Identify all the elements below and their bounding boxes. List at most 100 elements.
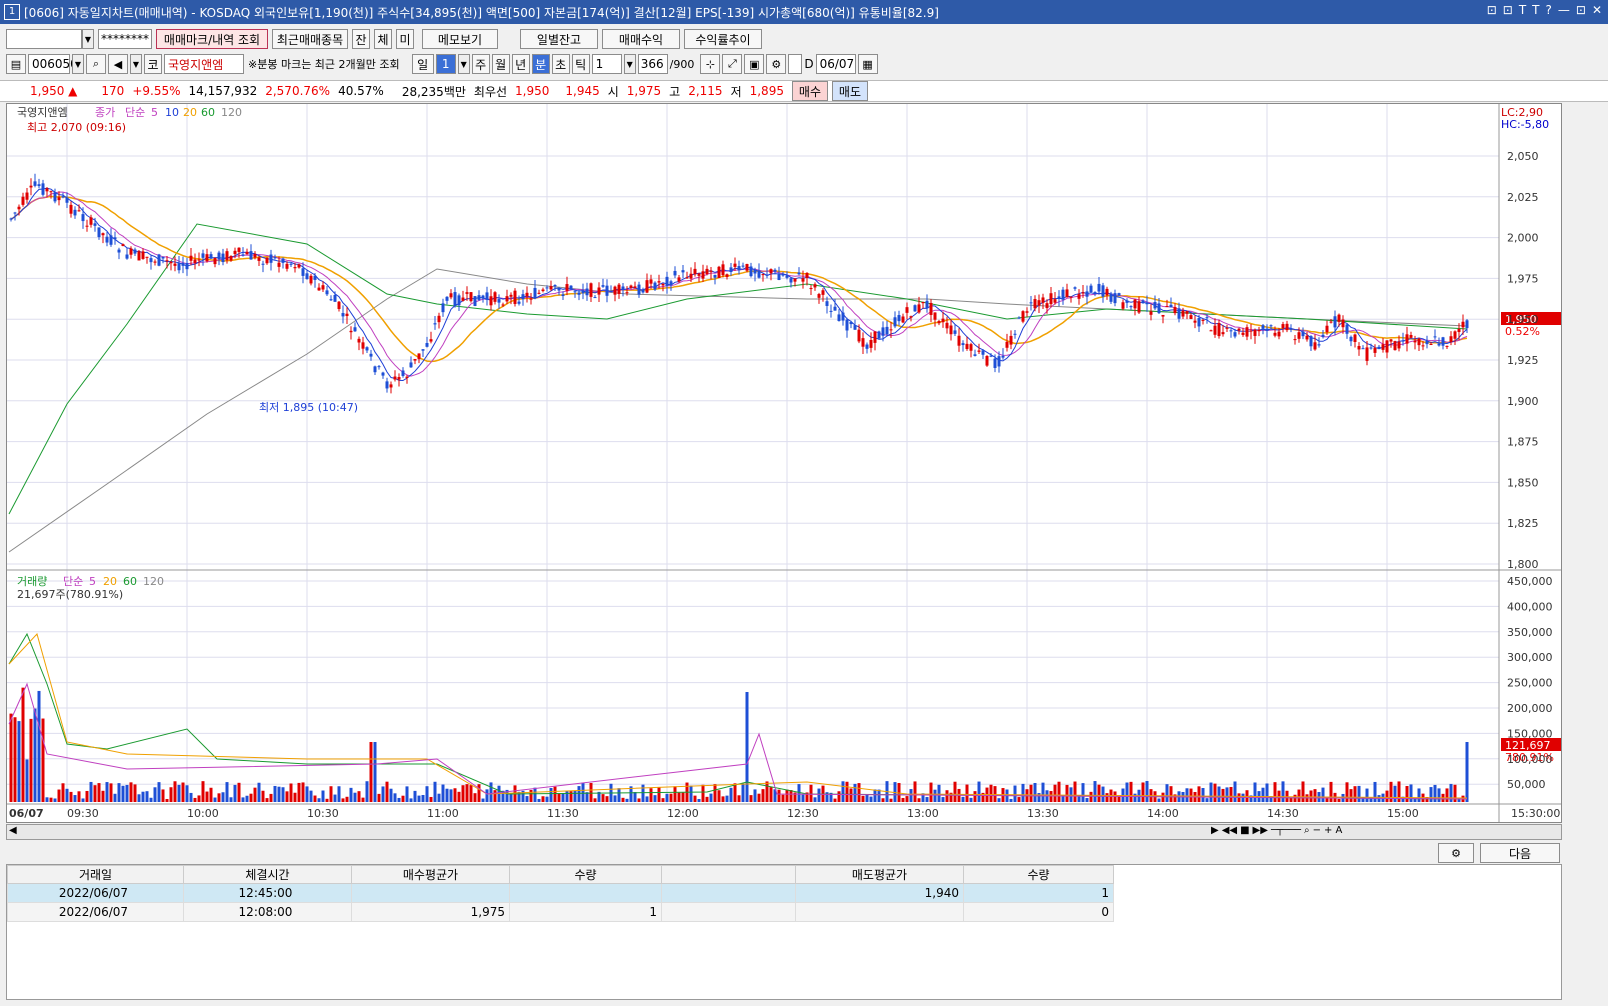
interval-field[interactable]: 1 <box>591 54 622 74</box>
close-icon[interactable]: ✕ <box>1592 3 1602 17</box>
sound-dropdown-icon[interactable]: ▼ <box>130 54 142 74</box>
date-field[interactable]: 06/07 <box>815 54 856 74</box>
cell-sell-qty: 1 <box>963 883 1114 903</box>
che-button[interactable]: 체 <box>374 29 392 49</box>
minus-icon[interactable]: − <box>1313 825 1321 836</box>
interval-dropdown-icon[interactable]: ▼ <box>623 54 636 74</box>
col-sell-avg[interactable]: 매도평균가 <box>795 865 964 884</box>
save-icon[interactable]: ▣ <box>744 54 765 74</box>
volume-bar <box>425 786 429 802</box>
gear-icon[interactable]: ⚙ <box>766 54 787 74</box>
candle-body <box>465 292 469 294</box>
rewind-icon[interactable]: ◀◀ <box>1222 825 1237 836</box>
stop-icon[interactable]: ■ <box>1240 825 1249 836</box>
volume-bar <box>661 798 665 802</box>
chart-area[interactable]: 국영지앤엠 종가 단순 5 10 20 60 120 최고 2,070 (09:… <box>6 103 1562 823</box>
restore-layout-icon[interactable]: ⊡ <box>1503 3 1513 17</box>
link-icon[interactable]: ⊡ <box>1487 3 1497 17</box>
period-dropdown-icon[interactable]: ▼ <box>457 54 470 74</box>
volume-bar <box>1085 798 1089 802</box>
layout-icon[interactable]: ▤ <box>6 54 26 74</box>
buy-button[interactable]: 매수 <box>791 81 828 101</box>
code-dropdown-icon[interactable]: ▼ <box>72 54 84 74</box>
account-dropdown-icon[interactable]: ▼ <box>82 29 94 49</box>
candle-body <box>133 249 137 254</box>
period-num-field[interactable]: 1 <box>435 54 456 74</box>
period-second-button[interactable]: 초 <box>551 54 570 74</box>
maximize-icon[interactable]: ⊡ <box>1576 3 1586 17</box>
date-checkbox[interactable] <box>788 54 803 74</box>
candle-body <box>549 286 553 290</box>
candle-body <box>645 280 649 293</box>
candle-body <box>1029 302 1033 304</box>
trade-marks-button[interactable]: 매매마크/내역 조회 <box>156 29 268 49</box>
col-buy-qty[interactable]: 수량 <box>509 865 662 884</box>
font-icon[interactable]: T <box>1532 3 1539 17</box>
jan-button[interactable]: 잔 <box>352 29 370 49</box>
plus-icon[interactable]: + <box>1324 825 1332 836</box>
help-icon[interactable]: ? <box>1546 3 1552 17</box>
font-size-icon[interactable]: A <box>1335 825 1342 836</box>
candle-body <box>685 277 689 279</box>
time-xtick: 11:30 <box>547 807 579 820</box>
period-tick-button[interactable]: 틱 <box>571 54 590 74</box>
mi-button[interactable]: 미 <box>396 29 414 49</box>
candle-body <box>237 247 241 252</box>
next-button[interactable]: 다음 <box>1480 843 1560 863</box>
password-field[interactable]: ******** <box>98 29 152 49</box>
candle-body <box>1453 331 1457 339</box>
candle-body <box>81 214 85 222</box>
minimize-icon[interactable]: — <box>1558 3 1570 17</box>
candle-body <box>993 358 997 368</box>
crosshair-icon[interactable]: ⊹ <box>700 54 721 74</box>
volume-bar <box>937 784 941 802</box>
col-sell-qty[interactable]: 수량 <box>963 865 1114 884</box>
trade-profit-button[interactable]: 매매수익 <box>602 29 680 49</box>
volume-bar <box>633 792 637 802</box>
recent-stocks-button[interactable]: 최근매매종목 <box>272 29 348 49</box>
fast-forward-icon[interactable]: ▶▶ <box>1253 825 1268 836</box>
settings-gear-icon[interactable]: ⚙ <box>1438 843 1474 863</box>
chart-svg[interactable]: 국영지앤엠 종가 단순 5 10 20 60 120 최고 2,070 (09:… <box>7 104 1561 822</box>
candle-body <box>1045 303 1049 309</box>
play-icon[interactable]: ▶ <box>1211 825 1219 836</box>
calendar-icon[interactable]: ▦ <box>857 54 878 74</box>
account-field[interactable] <box>6 29 82 49</box>
period-week-button[interactable]: 주 <box>471 54 490 74</box>
memo-button[interactable]: 메모보기 <box>422 29 498 49</box>
volume-bar <box>173 781 177 802</box>
col-exec-time[interactable]: 체결시간 <box>183 865 352 884</box>
daily-balance-button[interactable]: 일별잔고 <box>520 29 598 49</box>
volume-bar <box>961 796 965 802</box>
volume-bar <box>1301 781 1305 802</box>
stock-code-field[interactable]: 006050 <box>28 54 78 74</box>
col-trade-date[interactable]: 거래일 <box>7 865 184 884</box>
period-month-button[interactable]: 월 <box>491 54 510 74</box>
zoom-slider[interactable]: ─┬─── <box>1271 825 1301 836</box>
volume-bar <box>1353 786 1357 802</box>
period-day-button[interactable]: 일 <box>411 54 434 74</box>
volume-bar <box>997 798 1001 802</box>
zoom-out-icon[interactable]: ⌕ <box>1304 825 1310 836</box>
sound-icon[interactable]: ◀ <box>108 54 128 74</box>
period-year-button[interactable]: 년 <box>511 54 530 74</box>
pin-icon[interactable]: T <box>1519 3 1526 17</box>
search-icon[interactable]: ⌕ <box>86 54 106 74</box>
candle-body <box>389 384 393 388</box>
table-row[interactable]: 2022/06/07 12:08:00 1,975 1 0 <box>7 902 1114 922</box>
period-minute-button[interactable]: 분 <box>531 54 550 74</box>
volume-bar <box>745 692 749 802</box>
candle-body <box>157 254 161 266</box>
table-row[interactable]: 2022/06/07 12:45:00 1,940 1 <box>7 883 1114 903</box>
chart-scrollbar[interactable]: ◀ ▶ ◀◀ ■ ▶▶ ─┬─── ⌕ − + A <box>6 824 1562 840</box>
scroll-left-icon[interactable]: ◀ <box>9 825 17 836</box>
zoom-icon[interactable]: ⤢ <box>722 54 743 74</box>
candle-body <box>49 191 53 193</box>
sell-button[interactable]: 매도 <box>831 81 868 101</box>
col-buy-avg[interactable]: 매수평균가 <box>351 865 510 884</box>
return-trend-button[interactable]: 수익률추이 <box>684 29 762 49</box>
count-field[interactable]: 366 <box>637 54 668 74</box>
volume-bar <box>349 787 353 802</box>
volume-bar <box>1201 788 1205 802</box>
candle-body <box>1093 292 1097 294</box>
